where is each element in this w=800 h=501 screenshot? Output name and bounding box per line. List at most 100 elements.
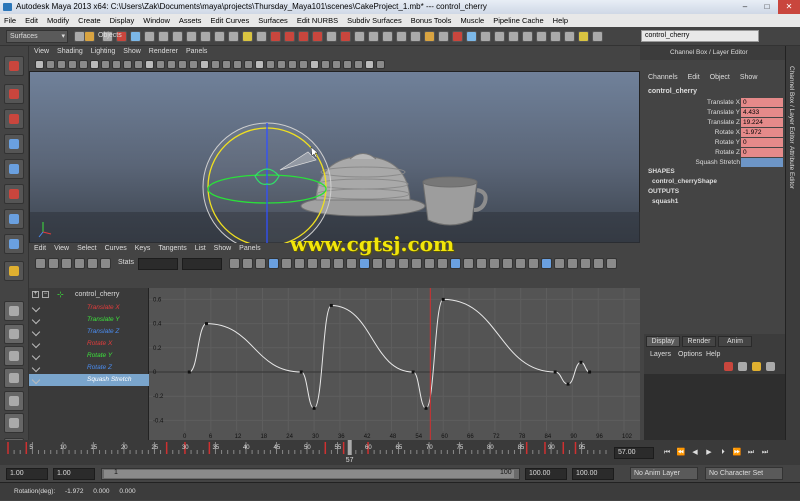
stats-field-1[interactable]: [138, 258, 178, 270]
viewport-tool-icon[interactable]: [354, 60, 363, 69]
viewport-tool-icon[interactable]: [167, 60, 176, 69]
viewport-tool-icon[interactable]: [233, 60, 242, 69]
graph-menu-edit[interactable]: Edit: [34, 243, 46, 255]
menu-pipeline-cache[interactable]: Pipeline Cache: [493, 14, 543, 27]
playback-button-icon[interactable]: ⏪: [674, 447, 688, 458]
time-slider[interactable]: 5 10 15 20 25 30 35 40 45 50 55 60 65 70 75 80 85 90 95 57 …: [0, 440, 800, 465]
graph-tool-icon[interactable]: [502, 258, 513, 269]
graph-tool-icon[interactable]: [463, 258, 474, 269]
select-tool-icon[interactable]: [4, 56, 24, 76]
viewport-tool-icon[interactable]: [112, 60, 121, 69]
channel-attr-row[interactable]: Rotate X -1.972: [640, 128, 785, 138]
graph-tool-icon[interactable]: [385, 258, 396, 269]
playback-button-icon[interactable]: ⏵: [716, 447, 730, 458]
graph-tool-icon[interactable]: [35, 258, 46, 269]
status-tool-icon[interactable]: [368, 31, 379, 42]
squash-stretch-curve[interactable]: [189, 298, 590, 409]
graph-tool-icon[interactable]: [541, 258, 552, 269]
keyframe[interactable]: [187, 370, 191, 374]
menu-help[interactable]: Help: [553, 14, 568, 27]
viewport-tool-icon[interactable]: [178, 60, 187, 69]
status-tool-icon[interactable]: [354, 31, 365, 42]
graph-menu-show[interactable]: Show: [214, 243, 232, 255]
side-tab[interactable]: Channel Box / Layer Editor: [788, 66, 795, 144]
viewport-tool-icon[interactable]: [101, 60, 110, 69]
graph-tool-icon[interactable]: [593, 258, 604, 269]
graph-tool-icon[interactable]: [606, 258, 617, 269]
status-tool-icon[interactable]: [84, 31, 95, 42]
menu-assets[interactable]: Assets: [179, 14, 202, 27]
viewport-tool-icon[interactable]: [266, 60, 275, 69]
layout-side-icon[interactable]: [4, 346, 24, 366]
outliner-channel[interactable]: Translate Z: [29, 326, 149, 338]
graph-tool-icon[interactable]: [242, 258, 253, 269]
graph-menu-select[interactable]: Select: [77, 243, 96, 255]
status-tool-icon[interactable]: [564, 31, 575, 42]
layer-tab-anim[interactable]: Anim: [718, 336, 752, 347]
graph-tool-icon[interactable]: [61, 258, 72, 269]
viewport-tool-icon[interactable]: [57, 60, 66, 69]
layout-single-icon[interactable]: [4, 301, 24, 321]
graph-tool-icon[interactable]: [476, 258, 487, 269]
status-tool-icon[interactable]: [340, 31, 351, 42]
graph-tool-icon[interactable]: [372, 258, 383, 269]
graph-menu-panels[interactable]: Panels: [239, 243, 260, 255]
status-tool-icon[interactable]: [186, 31, 197, 42]
perspective-viewport[interactable]: [29, 71, 641, 252]
viewport-tool-icon[interactable]: [68, 60, 77, 69]
layout-persp-icon[interactable]: [4, 391, 24, 411]
anim-layer-dropdown[interactable]: No Anim Layer: [630, 467, 698, 480]
expand-icon[interactable]: +: [32, 291, 39, 298]
name-field[interactable]: control_cherry: [641, 30, 759, 42]
command-line[interactable]: Rotation(deg): -1.972 0.000 0.000: [0, 482, 800, 500]
status-tool-icon[interactable]: [452, 31, 463, 42]
collapse-icon[interactable]: −: [42, 291, 49, 298]
minimize-button[interactable]: –: [734, 0, 756, 14]
move-tool-icon[interactable]: [4, 134, 24, 154]
cb-menu-show[interactable]: Show: [740, 72, 758, 84]
graph-tool-icon[interactable]: [87, 258, 98, 269]
graph-tool-icon[interactable]: [554, 258, 565, 269]
viewport-tool-icon[interactable]: [365, 60, 374, 69]
output-node[interactable]: squash1: [652, 198, 678, 205]
channel-attr-row[interactable]: Translate X0: [640, 98, 785, 108]
viewport-menu-show[interactable]: Show: [123, 46, 141, 58]
outliner-channel[interactable]: Rotate X: [29, 338, 149, 350]
keyframe[interactable]: [441, 297, 445, 301]
graph-tool-icon[interactable]: [359, 258, 370, 269]
viewport-tool-icon[interactable]: [332, 60, 341, 69]
pin-icon[interactable]: [31, 375, 41, 385]
viewport-tool-icon[interactable]: [255, 60, 264, 69]
graph-tool-icon[interactable]: [346, 258, 357, 269]
viewport-tool-icon[interactable]: [200, 60, 209, 69]
outliner-root[interactable]: control_cherry: [75, 291, 119, 298]
graph-tool-icon[interactable]: [567, 258, 578, 269]
playback-end-field[interactable]: 100.00: [525, 468, 567, 480]
status-tool-icon[interactable]: [130, 31, 141, 42]
side-tab[interactable]: Attribute Editor: [788, 146, 795, 189]
close-button[interactable]: ✕: [778, 0, 800, 14]
pin-icon[interactable]: [31, 327, 41, 337]
menu-surfaces[interactable]: Surfaces: [258, 14, 288, 27]
stats-field-2[interactable]: [182, 258, 222, 270]
keyframe[interactable]: [588, 370, 592, 374]
status-tool-icon[interactable]: [522, 31, 533, 42]
playback-button-icon[interactable]: ▶: [702, 447, 716, 458]
rotate-tool-icon[interactable]: [4, 159, 24, 179]
status-tool-icon[interactable]: [508, 31, 519, 42]
layer-tab-render[interactable]: Render: [682, 336, 716, 347]
graph-tool-icon[interactable]: [74, 258, 85, 269]
viewport-tool-icon[interactable]: [35, 60, 44, 69]
viewport-tool-icon[interactable]: [288, 60, 297, 69]
viewport-tool-icon[interactable]: [310, 60, 319, 69]
graph-tool-icon[interactable]: [320, 258, 331, 269]
status-tool-icon[interactable]: [242, 31, 253, 42]
status-tool-icon[interactable]: [158, 31, 169, 42]
viewport-tool-icon[interactable]: [90, 60, 99, 69]
keyframe[interactable]: [579, 360, 583, 364]
character-set-dropdown[interactable]: No Character Set: [705, 467, 783, 480]
viewport-tool-icon[interactable]: [222, 60, 231, 69]
shape-node[interactable]: control_cherryShape: [652, 178, 717, 185]
viewport-tool-icon[interactable]: [299, 60, 308, 69]
viewport-tool-icon[interactable]: [46, 60, 55, 69]
